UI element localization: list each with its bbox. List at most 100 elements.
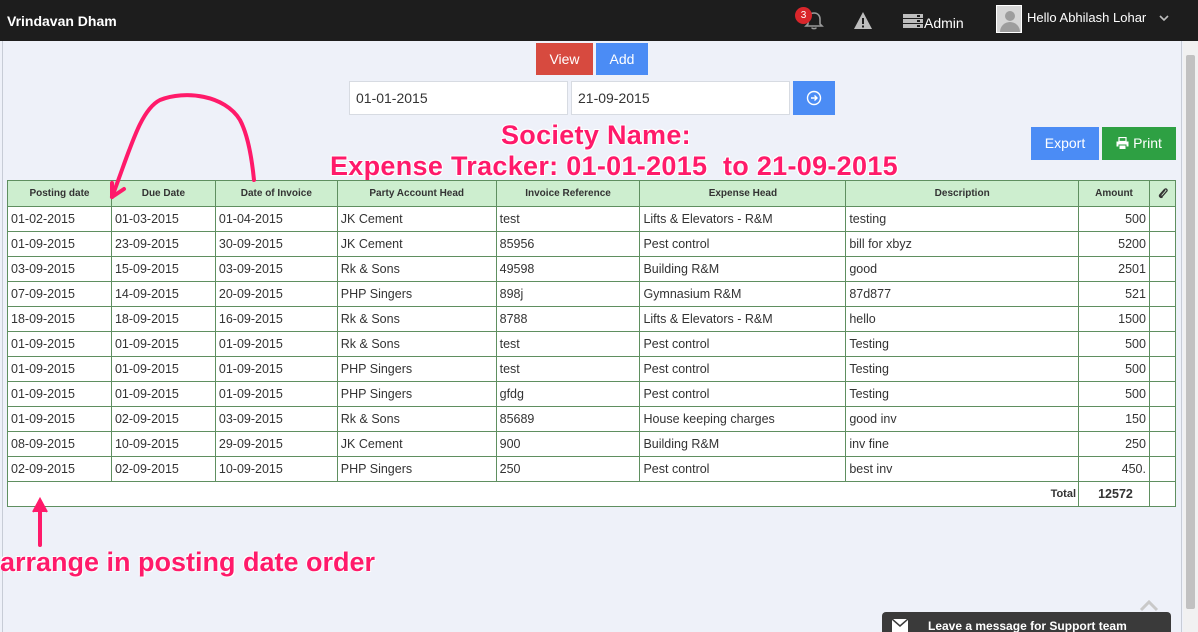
cell-party-account-head: Rk & Sons: [336, 306, 497, 332]
cell-party-account-head: Rk & Sons: [336, 331, 497, 357]
table-row[interactable]: 18-09-2015 18-09-2015 16-09-2015 Rk & Sons 8…: [7, 306, 1177, 332]
cell-invoice-reference: 49598: [495, 256, 641, 282]
print-button[interactable]: Print: [1102, 127, 1176, 160]
cell-date-of-invoice: 01-09-2015: [214, 331, 338, 357]
table-row[interactable]: 07-09-2015 14-09-2015 20-09-2015 PHP Singer…: [7, 281, 1177, 307]
cell-attachment[interactable]: [1148, 456, 1177, 482]
cell-amount: 450.: [1078, 456, 1150, 482]
cell-amount: 5200: [1078, 231, 1150, 257]
admin-menu-label[interactable]: Admin: [924, 15, 964, 31]
cell-party-account-head: PHP Singers: [336, 381, 497, 407]
col-party-account-head[interactable]: Party Account Head: [336, 180, 497, 207]
cell-expense-head: Pest control: [639, 381, 847, 407]
cell-posting-date: 01-09-2015: [7, 381, 112, 407]
warning-icon[interactable]: [853, 11, 873, 31]
table-row[interactable]: 01-09-2015 01-09-2015 01-09-2015 PHP Singer…: [7, 381, 1177, 407]
table-row[interactable]: 08-09-2015 10-09-2015 29-09-2015 JK Cement 9…: [7, 431, 1177, 457]
col-posting-date[interactable]: Posting date: [7, 180, 112, 207]
caret-down-icon[interactable]: [1159, 13, 1169, 23]
cell-due-date: 01-03-2015: [110, 206, 216, 232]
go-button[interactable]: [793, 81, 835, 115]
avatar[interactable]: [996, 5, 1022, 33]
table-row[interactable]: 01-09-2015 02-09-2015 03-09-2015 Rk & Sons 8…: [7, 406, 1177, 432]
brand-name[interactable]: Vrindavan Dham: [7, 13, 117, 29]
cell-attachment[interactable]: [1148, 256, 1177, 282]
cell-due-date: 18-09-2015: [110, 306, 216, 332]
to-date-input[interactable]: [571, 81, 790, 115]
cell-attachment[interactable]: [1148, 381, 1177, 407]
cell-attachment[interactable]: [1148, 356, 1177, 382]
cell-posting-date: 02-09-2015: [7, 456, 112, 482]
table-row[interactable]: 01-09-2015 01-09-2015 01-09-2015 Rk & Sons t…: [7, 331, 1177, 357]
cell-due-date: 15-09-2015: [110, 256, 216, 282]
cell-date-of-invoice: 30-09-2015: [214, 231, 338, 257]
cell-expense-head: Pest control: [639, 356, 847, 382]
col-expense-head[interactable]: Expense Head: [639, 180, 847, 207]
cell-amount: 250: [1078, 431, 1150, 457]
report-title-society: Society Name:: [501, 120, 691, 150]
table-row[interactable]: 01-09-2015 01-09-2015 01-09-2015 PHP Singer…: [7, 356, 1177, 382]
support-chat-tab[interactable]: Leave a message for Support team: [882, 612, 1171, 632]
cell-amount: 1500: [1078, 306, 1150, 332]
cell-description: good: [845, 256, 1080, 282]
cell-due-date: 01-09-2015: [110, 356, 216, 382]
cell-party-account-head: JK Cement: [336, 431, 497, 457]
col-invoice-reference[interactable]: Invoice Reference: [495, 180, 641, 207]
cell-date-of-invoice: 10-09-2015: [214, 456, 338, 482]
cell-due-date: 02-09-2015: [110, 406, 216, 432]
cell-expense-head: Lifts & Elevators - R&M: [639, 206, 847, 232]
cell-attachment[interactable]: [1148, 331, 1177, 357]
cell-date-of-invoice: 29-09-2015: [214, 431, 338, 457]
table-row[interactable]: 02-09-2015 02-09-2015 10-09-2015 PHP Singer…: [7, 456, 1177, 482]
top-navbar: Vrindavan Dham 3 Admin Hello Abhilash Lo…: [0, 0, 1198, 41]
cell-date-of-invoice: 20-09-2015: [214, 281, 338, 307]
cell-party-account-head: PHP Singers: [336, 356, 497, 382]
vertical-scrollbar[interactable]: [1183, 41, 1198, 632]
cell-party-account-head: Rk & Sons: [336, 406, 497, 432]
cell-invoice-reference: test: [495, 331, 641, 357]
server-icon[interactable]: [903, 14, 923, 28]
cell-attachment[interactable]: [1148, 306, 1177, 332]
table-row[interactable]: 03-09-2015 15-09-2015 03-09-2015 Rk & Sons 4…: [7, 256, 1177, 282]
cell-amount: 500: [1078, 206, 1150, 232]
cell-due-date: 01-09-2015: [110, 331, 216, 357]
cell-amount: 521: [1078, 281, 1150, 307]
user-greeting[interactable]: Hello Abhilash Lohar: [1027, 10, 1146, 25]
cell-expense-head: Pest control: [639, 331, 847, 357]
cell-party-account-head: PHP Singers: [336, 456, 497, 482]
cell-expense-head: Lifts & Elevators - R&M: [639, 306, 847, 332]
cell-attachment[interactable]: [1148, 431, 1177, 457]
export-button[interactable]: Export: [1031, 127, 1099, 160]
report-title-range: Expense Tracker: 01-01-2015 to 21-09-201…: [330, 151, 898, 181]
col-amount[interactable]: Amount: [1078, 180, 1150, 207]
cell-attachment[interactable]: [1148, 231, 1177, 257]
view-button[interactable]: View: [536, 43, 593, 75]
table-row[interactable]: 01-02-2015 01-03-2015 01-04-2015 JK Cement t…: [7, 206, 1177, 232]
col-date-of-invoice[interactable]: Date of Invoice: [214, 180, 338, 207]
cell-due-date: 23-09-2015: [110, 231, 216, 257]
table-header-row: Posting date Due Date Date of Invoice Pa…: [7, 180, 1177, 207]
table-row[interactable]: 01-09-2015 23-09-2015 30-09-2015 JK Cement 8…: [7, 231, 1177, 257]
annotation-note: arrange in posting date order: [0, 547, 376, 577]
cell-amount: 500: [1078, 356, 1150, 382]
cell-attachment[interactable]: [1148, 281, 1177, 307]
cell-attachment: [1148, 481, 1177, 507]
cell-expense-head: Building R&M: [639, 431, 847, 457]
add-button[interactable]: Add: [596, 43, 648, 75]
cell-description: Testing: [845, 381, 1080, 407]
cell-amount: 2501: [1078, 256, 1150, 282]
col-description[interactable]: Description: [845, 180, 1080, 207]
cell-due-date: 10-09-2015: [110, 431, 216, 457]
cell-posting-date: 07-09-2015: [7, 281, 112, 307]
arrow-circle-right-icon: [806, 90, 822, 105]
scrollbar-thumb[interactable]: [1186, 55, 1195, 609]
from-date-input[interactable]: [349, 81, 568, 115]
cell-party-account-head: JK Cement: [336, 231, 497, 257]
cell-description: Testing: [845, 356, 1080, 382]
col-due-date[interactable]: Due Date: [110, 180, 216, 207]
cell-attachment[interactable]: [1148, 206, 1177, 232]
cell-invoice-reference: 898j: [495, 281, 641, 307]
cell-attachment[interactable]: [1148, 406, 1177, 432]
cell-due-date: 02-09-2015: [110, 456, 216, 482]
printer-icon: [1116, 136, 1129, 150]
